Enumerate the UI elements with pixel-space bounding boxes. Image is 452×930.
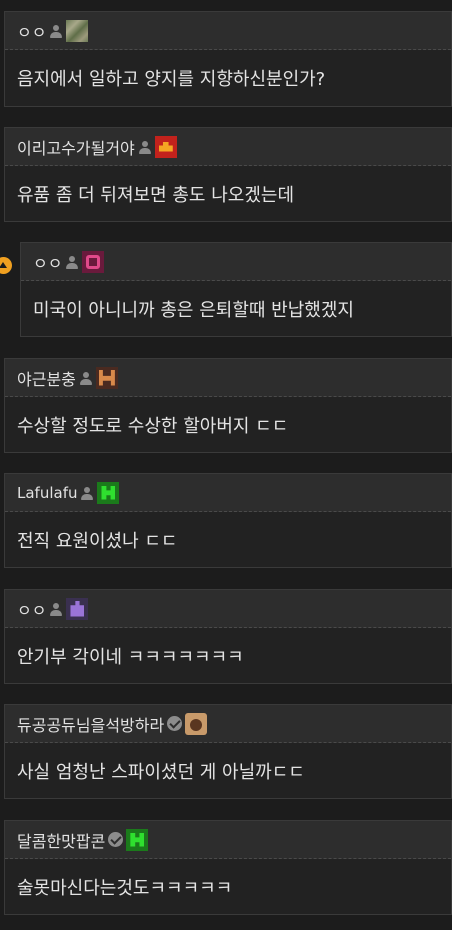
user-icon: [80, 486, 94, 500]
comment-nickname[interactable]: 이리고수가될거야: [17, 135, 135, 159]
comment-body: 유품 좀 더 뒤져보면 총도 나오겠는데: [17, 184, 295, 206]
reply-arrow-icon: [0, 257, 12, 274]
comment-item: 달콤한맛팝콘 술못마신다는것도ㅋㅋㅋㅋㅋ: [4, 820, 452, 915]
comment-body: 전직 요원이셨나 ㄷㄷ: [17, 530, 178, 552]
comment-item: Lafulafu 전직 요원이셨나 ㄷㄷ: [4, 473, 452, 568]
purple-ship-avatar-icon: [66, 597, 89, 620]
comment-header: ㅇㅇ: [5, 590, 451, 628]
comment-header: ㅇㅇ: [5, 12, 451, 50]
comment-header: 달콤한맛팝콘: [5, 821, 451, 859]
verified-check-icon: [108, 832, 124, 847]
comment-nickname[interactable]: ㅇㅇ: [17, 597, 46, 621]
comment-header: 야근분충: [5, 359, 451, 397]
green-creeper-avatar-icon: [126, 828, 149, 851]
comment-body: 미국이 아니니까 총은 은퇴할때 반납했겠지: [33, 299, 354, 321]
comment-item: 듀공공듀님을석방하라 사실 엄청난 스파이셨던 게 아닐까ㄷㄷ: [4, 704, 452, 799]
comment-nickname[interactable]: ㅇㅇ: [33, 250, 62, 274]
red-tank-avatar-icon: [154, 135, 177, 158]
comment-item: ㅇㅇ 음지에서 일하고 양지를 지향하신분인가?: [4, 11, 452, 107]
comment-nickname[interactable]: Lafulafu: [17, 484, 77, 502]
comment-header: 듀공공듀님을석방하라: [5, 705, 451, 743]
comment-body: 사실 엄청난 스파이셨던 게 아닐까ㄷㄷ: [17, 761, 305, 783]
green-creeper-avatar-icon: [97, 481, 120, 504]
brown-invader-avatar-icon: [95, 366, 118, 389]
comment-body: 수상할 정도로 수상한 할아버지 ㄷㄷ: [17, 415, 289, 437]
comment-header: Lafulafu: [5, 474, 451, 512]
camouflage-avatar-icon: [66, 19, 89, 42]
comment-nickname[interactable]: 달콤한맛팝콘: [17, 828, 105, 852]
comment-header: ㅇㅇ: [21, 243, 451, 281]
comment-body: 음지에서 일하고 양지를 지향하신분인가?: [17, 69, 326, 90]
user-icon: [138, 140, 152, 154]
comment-header: 이리고수가될거야: [5, 128, 451, 166]
comment-body: 안기부 각이네 ㅋㅋㅋㅋㅋㅋㅋ: [17, 646, 244, 668]
verified-check-icon: [167, 716, 183, 731]
comment-nickname[interactable]: 야근분충: [17, 366, 76, 390]
comment-nickname[interactable]: 듀공공듀님을석방하라: [17, 712, 164, 736]
comment-nickname[interactable]: ㅇㅇ: [17, 19, 46, 43]
comment-item: ㅇㅇ 안기부 각이네 ㅋㅋㅋㅋㅋㅋㅋ: [4, 589, 452, 684]
comment-item: 야근분충 수상할 정도로 수상한 할아버지 ㄷㄷ: [4, 358, 452, 453]
pink-invader-avatar-icon: [82, 250, 105, 273]
user-icon: [65, 255, 79, 269]
comment-item: 이리고수가될거야 유품 좀 더 뒤져보면 총도 나오겠는데: [4, 127, 452, 222]
user-icon: [49, 602, 63, 616]
user-icon: [49, 24, 63, 38]
comment-body: 술못마신다는것도ㅋㅋㅋㅋㅋ: [17, 877, 233, 899]
user-icon: [79, 371, 93, 385]
bear-avatar-icon: [185, 712, 208, 735]
reply-comment-item: ㅇㅇ 미국이 아니니까 총은 은퇴할때 반납했겠지: [20, 242, 452, 337]
